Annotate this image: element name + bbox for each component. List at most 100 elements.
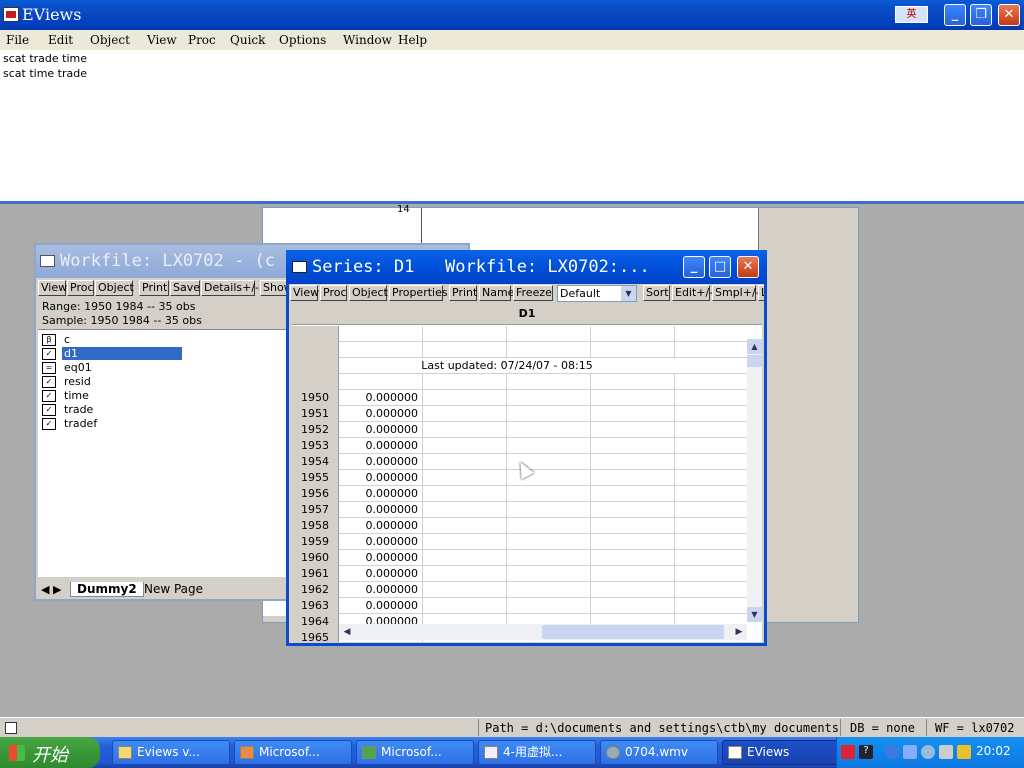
tray-app-icon[interactable] — [841, 745, 855, 759]
label-button[interactable]: L — [758, 285, 764, 301]
series-minimize-button[interactable]: _ — [683, 256, 705, 278]
row-header[interactable]: 1964 — [292, 614, 339, 630]
help-icon[interactable]: ? — [859, 745, 873, 759]
command-line[interactable]: scat trade time — [3, 52, 87, 65]
sort-button[interactable]: Sort — [643, 285, 670, 301]
freeze-button[interactable]: Freeze — [513, 285, 553, 301]
taskbar-item-excel[interactable]: Microsof... — [356, 740, 474, 765]
series-window[interactable]: Series: D1 Workfile: LX0702:... _ □ ✕ Vi… — [286, 250, 767, 646]
row-header[interactable]: 1959 — [292, 534, 339, 550]
save-button[interactable]: Save — [170, 280, 200, 296]
list-item-time[interactable]: ✓ time — [40, 389, 184, 403]
scroll-thumb[interactable] — [542, 625, 724, 639]
taskbar-item-eviews[interactable]: EViews — [722, 740, 840, 765]
cell-value[interactable]: 0.000000 — [339, 486, 423, 502]
row-header[interactable]: 1962 — [292, 582, 339, 598]
view-mode-select[interactable]: Default ▼ — [557, 285, 637, 302]
object-button[interactable]: Object — [95, 280, 134, 296]
taskbar-item-word[interactable]: 4-用虚拟... — [478, 740, 596, 765]
row-header[interactable]: 1952 — [292, 422, 339, 438]
table-row[interactable]: 1951 0.000000 — [292, 406, 747, 422]
ime-indicator[interactable]: 英 — [895, 6, 928, 23]
scroll-up-arrow-icon[interactable]: ▲ — [747, 339, 762, 354]
cell-value[interactable]: 0.000000 — [339, 422, 423, 438]
row-header[interactable]: 1963 — [292, 598, 339, 614]
cell-value[interactable]: 0.000000 — [339, 518, 423, 534]
row-header[interactable]: 1954 — [292, 454, 339, 470]
horizontal-scrollbar[interactable]: ◀ ▶ — [339, 624, 747, 640]
print-button[interactable]: Print — [449, 285, 477, 301]
proc-button[interactable]: Proc — [320, 285, 347, 301]
scroll-right-arrow-icon[interactable]: ▶ — [731, 624, 747, 640]
menu-window[interactable]: Window — [343, 33, 392, 47]
cell-value[interactable]: 0.000000 — [339, 550, 423, 566]
minimize-button[interactable]: _ — [944, 4, 966, 26]
taskbar-item-powerpoint[interactable]: Microsof... — [234, 740, 352, 765]
scroll-left-arrow-icon[interactable]: ◀ — [339, 624, 355, 640]
network-icon[interactable] — [903, 745, 917, 759]
table-row[interactable]: 1956 0.000000 — [292, 486, 747, 502]
scroll-down-arrow-icon[interactable]: ▼ — [747, 607, 762, 622]
menu-edit[interactable]: Edit — [48, 33, 73, 47]
menu-options[interactable]: Options — [279, 33, 326, 47]
sample-text[interactable]: Sample: 1950 1984 -- 35 obs — [42, 314, 202, 327]
cell-value[interactable]: 0.000000 — [339, 438, 423, 454]
print-button[interactable]: Print — [139, 280, 169, 296]
object-button[interactable]: Object — [349, 285, 388, 301]
menu-help[interactable]: Help — [398, 33, 427, 47]
smpl-toggle-button[interactable]: Smpl+/- — [712, 285, 760, 301]
table-row[interactable]: 1958 0.000000 — [292, 518, 747, 534]
device-icon[interactable] — [939, 745, 953, 759]
cell-value[interactable]: 0.000000 — [339, 534, 423, 550]
taskbar-item-folder[interactable]: Eviews v... — [112, 740, 230, 765]
table-row[interactable]: 1963 0.000000 — [292, 598, 747, 614]
list-item-trade[interactable]: ✓ trade — [40, 403, 184, 417]
row-header[interactable]: 1960 — [292, 550, 339, 566]
show-button[interactable]: Show — [260, 280, 293, 296]
cell-value[interactable]: 0.000000 — [339, 502, 423, 518]
close-button[interactable]: ✕ — [998, 4, 1020, 26]
table-row[interactable]: 1953 0.000000 — [292, 438, 747, 454]
row-header[interactable]: 1955 — [292, 470, 339, 486]
cell-value[interactable]: 0.000000 — [339, 470, 423, 486]
table-row[interactable]: 1957 0.000000 — [292, 502, 747, 518]
row-header[interactable]: 1951 — [292, 406, 339, 422]
list-item-c[interactable]: β c — [40, 333, 184, 347]
status-checkbox[interactable] — [5, 722, 17, 734]
cell-value[interactable]: 0.000000 — [339, 390, 423, 406]
tab-next-arrow-icon[interactable]: ▶ — [53, 583, 61, 596]
taskbar-item-media[interactable]: 0704.wmv — [600, 740, 718, 765]
cell-value[interactable]: 0.000000 — [339, 598, 423, 614]
edit-toggle-button[interactable]: Edit+/- — [672, 285, 713, 301]
row-header[interactable]: 1953 — [292, 438, 339, 454]
list-item-d1[interactable]: ✓ d1 — [40, 347, 184, 361]
speaker-icon[interactable] — [921, 745, 935, 759]
cell-value[interactable]: 0.000000 — [339, 406, 423, 422]
menu-object[interactable]: Object — [90, 33, 130, 47]
command-window[interactable]: scat trade time scat time trade — [0, 50, 1024, 204]
column-header[interactable]: D1 — [292, 306, 762, 325]
chevron-down-icon[interactable]: ▼ — [621, 286, 636, 301]
tab-new-page[interactable]: New Page — [138, 582, 209, 596]
list-item-resid[interactable]: ✓ resid — [40, 375, 184, 389]
properties-button[interactable]: Properties — [389, 285, 448, 301]
series-maximize-button[interactable]: □ — [709, 256, 731, 278]
row-header[interactable]: 1956 — [292, 486, 339, 502]
row-header[interactable]: 1957 — [292, 502, 339, 518]
table-row[interactable]: 1952 0.000000 — [292, 422, 747, 438]
row-header[interactable]: 1965 — [292, 630, 339, 642]
menu-file[interactable]: File — [6, 33, 29, 47]
row-header[interactable]: 1961 — [292, 566, 339, 582]
clock[interactable]: 20:02 — [976, 744, 1011, 758]
tab-prev-arrow-icon[interactable]: ◀ — [41, 583, 49, 596]
tab-dummy2[interactable]: Dummy2 — [70, 582, 144, 597]
menu-view[interactable]: View — [147, 33, 177, 47]
chevron-left-icon[interactable] — [885, 745, 899, 759]
name-button[interactable]: Name — [479, 285, 514, 301]
proc-button[interactable]: Proc — [67, 280, 94, 296]
menu-proc[interactable]: Proc — [188, 33, 216, 47]
scroll-thumb[interactable] — [747, 355, 762, 367]
list-item-eq01[interactable]: = eq01 — [40, 361, 184, 375]
app-title-bar[interactable]: EViews 英 _ ❐ ✕ — [0, 0, 1024, 30]
vertical-scrollbar[interactable]: ▲ ▼ — [747, 339, 762, 622]
